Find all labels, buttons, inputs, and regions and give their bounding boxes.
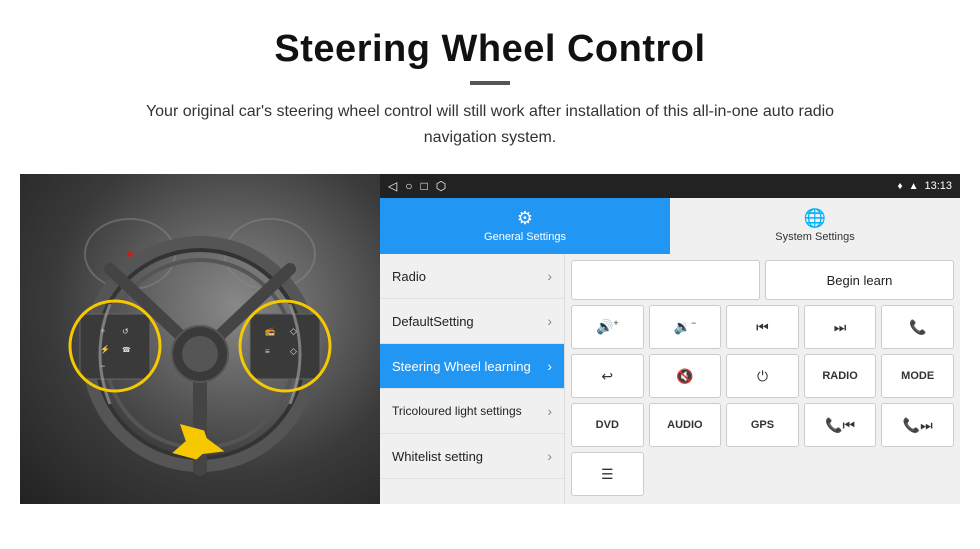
tab-general-label: General Settings [484, 231, 566, 243]
svg-text:↺: ↺ [122, 327, 129, 336]
tab-bar: ⚙ General Settings 🌐 System Settings [380, 198, 960, 254]
main-content: + ⚡ − ↺ ☎ 📻 ◇ ≡ ◇ [20, 174, 960, 504]
mode-button[interactable]: MODE [881, 354, 954, 398]
location-icon: ♦ [897, 181, 902, 192]
recents-nav-icon[interactable]: □ [420, 179, 427, 193]
hang-up-icon: ↩ [601, 368, 613, 385]
controls-grid: 🔊+ 🔉− ⏮ ⏭ 📞 [571, 305, 954, 496]
volume-down-icon: 🔉− [674, 318, 697, 336]
menu-whitelist-label: Whitelist setting [392, 449, 483, 464]
next-track-button[interactable]: ⏭ [804, 305, 877, 349]
volume-down-button[interactable]: 🔉− [649, 305, 722, 349]
page-subtitle: Your original car's steering wheel contr… [140, 99, 840, 150]
ctrl-row-4: ☰ [571, 452, 954, 496]
general-settings-icon: ⚙ [517, 208, 533, 229]
content-area: Radio › DefaultSetting › Steering Wheel … [380, 254, 960, 504]
menu-item-radio[interactable]: Radio › [380, 254, 564, 299]
title-divider [470, 81, 510, 85]
android-panel: ◁ ○ □ ⬡ ♦ ▲ 13:13 ⚙ General Settings [380, 174, 960, 504]
chevron-icon: › [547, 448, 552, 464]
top-button-row: Begin learn [571, 260, 954, 300]
audio-label: AUDIO [667, 419, 702, 431]
status-bar-nav: ◁ ○ □ ⬡ [388, 179, 446, 193]
menu-steering-label: Steering Wheel learning [392, 359, 531, 374]
ctrl-row-1: 🔊+ 🔉− ⏮ ⏭ 📞 [571, 305, 954, 349]
dvd-button[interactable]: DVD [571, 403, 644, 447]
menu-item-tricoloured[interactable]: Tricoloured light settings › [380, 389, 564, 434]
next-track-icon: ⏭ [834, 319, 847, 336]
phone-prev-icon: 📞⏮ [825, 417, 855, 434]
chevron-icon: › [547, 268, 552, 284]
left-menu: Radio › DefaultSetting › Steering Wheel … [380, 254, 565, 504]
right-panel: Begin learn 🔊+ 🔉− [565, 254, 960, 504]
tab-system[interactable]: 🌐 System Settings [670, 198, 960, 254]
svg-text:☎: ☎ [122, 346, 131, 354]
phone-next-button[interactable]: 📞⏭ [881, 403, 954, 447]
phone-prev-button[interactable]: 📞⏮ [804, 403, 877, 447]
chevron-icon: › [547, 403, 552, 419]
status-bar: ◁ ○ □ ⬡ ♦ ▲ 13:13 [380, 174, 960, 198]
radio-label: RADIO [822, 370, 857, 382]
system-settings-icon: 🌐 [804, 208, 826, 229]
hang-up-button[interactable]: ↩ [571, 354, 644, 398]
menu-default-label: DefaultSetting [392, 314, 474, 329]
mute-button[interactable]: 🔇 [649, 354, 722, 398]
svg-text:◇: ◇ [290, 346, 297, 356]
menu-item-whitelist[interactable]: Whitelist setting › [380, 434, 564, 479]
phone-icon: 📞 [909, 319, 926, 336]
chevron-icon: › [547, 358, 552, 374]
page-wrapper: Steering Wheel Control Your original car… [0, 0, 980, 504]
menu-radio-label: Radio [392, 269, 426, 284]
phone-button-1[interactable]: 📞 [881, 305, 954, 349]
mute-icon: 🔇 [676, 368, 693, 385]
power-button[interactable]: ⏻ [726, 354, 799, 398]
radio-button[interactable]: RADIO [804, 354, 877, 398]
svg-text:📻: 📻 [265, 327, 275, 336]
phone-next-icon: 📞⏭ [903, 417, 933, 434]
svg-text:≡: ≡ [265, 347, 270, 356]
tab-general[interactable]: ⚙ General Settings [380, 198, 670, 254]
home-nav-icon[interactable]: ○ [405, 179, 412, 193]
mode-label: MODE [901, 370, 934, 382]
chevron-icon: › [547, 313, 552, 329]
steering-wheel-svg: + ⚡ − ↺ ☎ 📻 ◇ ≡ ◇ [50, 194, 350, 484]
car-image-panel: + ⚡ − ↺ ☎ 📻 ◇ ≡ ◇ [20, 174, 380, 504]
audio-button[interactable]: AUDIO [649, 403, 722, 447]
dvd-label: DVD [596, 419, 619, 431]
page-title: Steering Wheel Control [60, 28, 920, 71]
tab-system-label: System Settings [775, 231, 854, 243]
volume-up-button[interactable]: 🔊+ [571, 305, 644, 349]
menu-item-steering[interactable]: Steering Wheel learning › [380, 344, 564, 389]
ctrl-row-2: ↩ 🔇 ⏻ RADIO MOD [571, 354, 954, 398]
status-bar-info: ♦ ▲ 13:13 [897, 180, 952, 192]
empty-slot [571, 260, 760, 300]
menu-item-default[interactable]: DefaultSetting › [380, 299, 564, 344]
prev-track-icon: ⏮ [756, 319, 769, 336]
ctrl-row-3: DVD AUDIO GPS 📞⏮ [571, 403, 954, 447]
list-button[interactable]: ☰ [571, 452, 644, 496]
menu-tricoloured-label: Tricoloured light settings [392, 404, 522, 418]
gps-label: GPS [751, 419, 774, 431]
clock: 13:13 [924, 180, 952, 192]
volume-up-icon: 🔊+ [596, 318, 619, 336]
begin-learn-button[interactable]: Begin learn [765, 260, 954, 300]
power-icon: ⏻ [757, 368, 768, 385]
list-icon: ☰ [601, 466, 614, 483]
menu-nav-icon[interactable]: ⬡ [436, 179, 446, 193]
back-nav-icon[interactable]: ◁ [388, 179, 397, 193]
signal-icon: ▲ [909, 181, 919, 192]
page-header: Steering Wheel Control Your original car… [0, 0, 980, 160]
gps-button[interactable]: GPS [726, 403, 799, 447]
prev-track-button[interactable]: ⏮ [726, 305, 799, 349]
